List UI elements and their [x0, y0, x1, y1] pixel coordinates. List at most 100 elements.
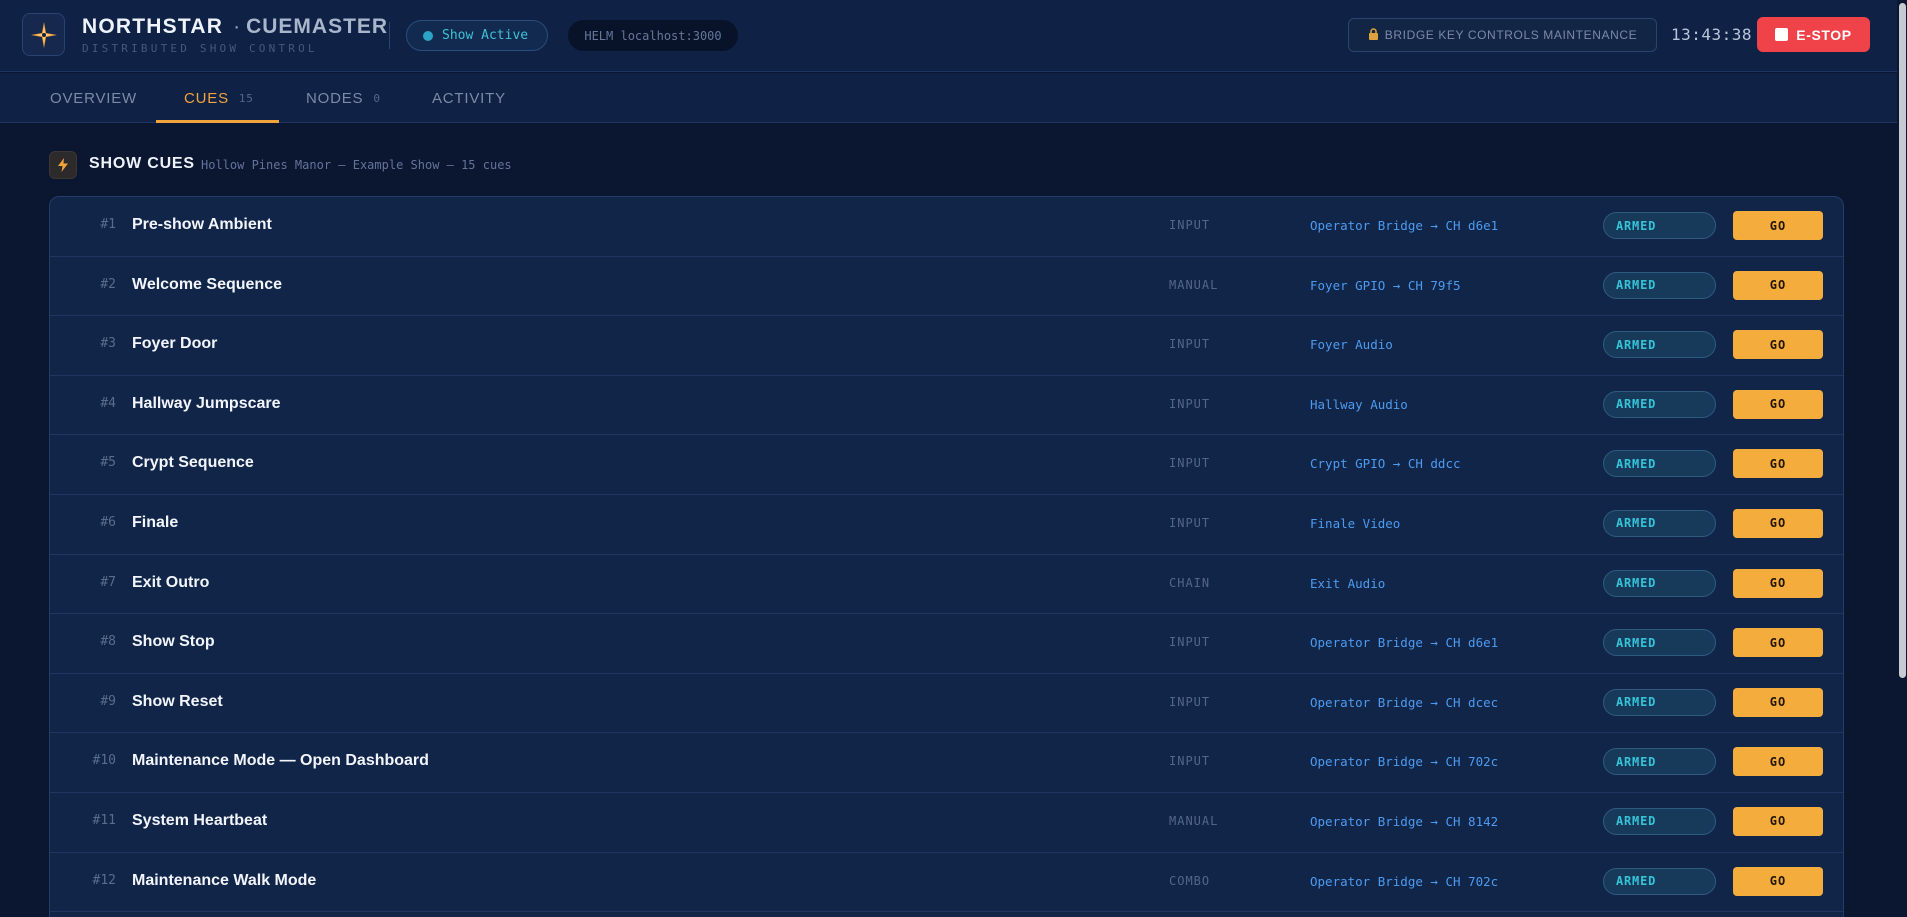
- tab-label: CUES: [184, 89, 229, 107]
- status-badge: ARMED: [1603, 748, 1716, 776]
- go-button[interactable]: GO: [1733, 211, 1823, 240]
- cue-name: Show Stop: [132, 633, 215, 651]
- status-badge: ARMED: [1603, 688, 1716, 716]
- cue-trigger: INPUT: [1169, 515, 1211, 530]
- cue-number: #9: [100, 693, 116, 709]
- cue-trigger: INPUT: [1169, 754, 1211, 769]
- go-button[interactable]: GO: [1733, 866, 1823, 896]
- app-header: NORTHSTAR · CUEMASTER DISTRIBUTED SHOW C…: [0, 0, 1897, 72]
- status-badge: ARMED: [1603, 271, 1716, 299]
- cue-target: Operator Bridge → CH dcec: [1310, 694, 1499, 710]
- cue-target: Finale Video: [1310, 515, 1401, 531]
- cue-row: #11 System Heartbeat MANUAL Operator Bri…: [50, 793, 1843, 853]
- lock-icon: [1368, 27, 1379, 43]
- cue-number: #5: [100, 455, 116, 471]
- go-button[interactable]: GO: [1733, 568, 1823, 598]
- cue-trigger: CHAIN: [1169, 575, 1211, 590]
- cue-number: #12: [92, 872, 116, 888]
- go-button[interactable]: GO: [1733, 806, 1823, 836]
- go-button[interactable]: GO: [1733, 270, 1823, 300]
- compass-star-icon: [22, 13, 65, 56]
- cue-row: #5 Crypt Sequence INPUT Crypt GPIO → CH …: [50, 435, 1843, 495]
- go-button[interactable]: GO: [1733, 747, 1823, 777]
- tab-count: 0: [373, 91, 381, 105]
- go-button[interactable]: GO: [1733, 687, 1823, 717]
- brand: NORTHSTAR · CUEMASTER DISTRIBUTED SHOW C…: [82, 15, 388, 55]
- cue-target: Operator Bridge → CH d6e1: [1310, 218, 1499, 233]
- show-status-label: Show Active: [442, 28, 529, 43]
- cue-row: #4 Hallway Jumpscare INPUT Hallway Audio…: [50, 376, 1843, 436]
- bolt-icon: [49, 151, 77, 179]
- status-badge: ARMED: [1603, 867, 1716, 895]
- cue-trigger: MANUAL: [1169, 277, 1219, 292]
- tab-count: 15: [238, 91, 254, 105]
- page-scrollbar-thumb[interactable]: [1899, 3, 1906, 678]
- cue-target: Crypt GPIO → CH ddcc: [1310, 456, 1461, 472]
- tab-activity[interactable]: ACTIVITY: [432, 73, 506, 123]
- cue-name: Show Reset: [132, 692, 223, 710]
- cue-row: #3 Foyer Door INPUT Foyer Audio ARMED GO: [50, 316, 1843, 376]
- cue-trigger: COMBO: [1169, 873, 1211, 888]
- go-button[interactable]: GO: [1733, 449, 1823, 479]
- cue-row: #7 Exit Outro CHAIN Exit Audio ARMED GO: [50, 555, 1843, 615]
- cue-name: Finale: [132, 513, 179, 531]
- show-status-pill: Show Active: [406, 20, 548, 51]
- cue-row: #2 Welcome Sequence MANUAL Foyer GPIO → …: [50, 257, 1843, 317]
- active-tab-indicator: [156, 120, 279, 123]
- status-badge: ARMED: [1603, 807, 1716, 835]
- status-badge: ARMED: [1603, 629, 1716, 657]
- cue-list: #1 Pre-show Ambient INPUT Operator Bridg…: [49, 196, 1844, 917]
- cue-number: #11: [92, 812, 116, 828]
- cue-trigger: INPUT: [1169, 456, 1211, 471]
- cue-target: Hallway Audio: [1310, 396, 1408, 412]
- cue-trigger: MANUAL: [1169, 813, 1219, 828]
- stop-square-icon: [1775, 28, 1789, 41]
- cue-row: #9 Show Reset INPUT Operator Bridge → CH…: [50, 674, 1843, 734]
- cue-number: #7: [100, 574, 116, 590]
- tab-cues[interactable]: CUES 15: [184, 73, 254, 123]
- cue-number: #1: [100, 217, 116, 232]
- go-button[interactable]: GO: [1733, 389, 1823, 419]
- cue-number: #4: [100, 395, 116, 411]
- cue-trigger: INPUT: [1169, 635, 1211, 650]
- cue-target: Operator Bridge → CH d6e1: [1310, 635, 1499, 651]
- tab-overview[interactable]: OVERVIEW: [50, 73, 137, 123]
- cue-row: #10 Maintenance Mode — Open Dashboard IN…: [50, 733, 1843, 793]
- cue-name: Maintenance Mode — Open Dashboard: [132, 752, 429, 770]
- cue-trigger: INPUT: [1169, 396, 1211, 411]
- brand-name: NORTHSTAR: [82, 15, 224, 38]
- cue-target: Operator Bridge → CH 702c: [1310, 754, 1499, 770]
- cue-trigger: INPUT: [1169, 218, 1211, 232]
- cue-number: #3: [100, 336, 116, 352]
- tab-label: NODES: [306, 89, 364, 107]
- cue-row: #6 Finale INPUT Finale Video ARMED GO: [50, 495, 1843, 555]
- cue-number: #10: [92, 753, 116, 769]
- cue-row: #8 Show Stop INPUT Operator Bridge → CH …: [50, 614, 1843, 674]
- tab-nodes[interactable]: NODES 0: [306, 73, 381, 123]
- product-name: CUEMASTER: [246, 15, 389, 38]
- clock: 13:43:38: [1671, 25, 1753, 44]
- cue-row: #12 Maintenance Walk Mode COMBO Operator…: [50, 853, 1843, 913]
- status-dot-icon: [423, 30, 433, 41]
- cue-target: Foyer GPIO → CH 79f5: [1310, 277, 1461, 293]
- cue-trigger: INPUT: [1169, 337, 1211, 352]
- status-badge: ARMED: [1603, 450, 1716, 478]
- cue-target: Operator Bridge → CH 8142: [1310, 813, 1499, 829]
- cue-number: #2: [100, 276, 116, 292]
- cue-target: Foyer Audio: [1310, 337, 1393, 353]
- tab-bar: OVERVIEW CUES 15 NODES 0 ACTIVITY: [0, 73, 1897, 123]
- estop-button[interactable]: E-STOP: [1757, 17, 1870, 52]
- cue-name: Crypt Sequence: [132, 454, 254, 472]
- maintenance-button-label: BRIDGE KEY CONTROLS MAINTENANCE: [1384, 28, 1638, 42]
- go-button[interactable]: GO: [1733, 330, 1823, 360]
- cue-target: Operator Bridge → CH 702c: [1310, 873, 1499, 889]
- cue-trigger: INPUT: [1169, 694, 1211, 709]
- maintenance-button[interactable]: BRIDGE KEY CONTROLS MAINTENANCE: [1348, 18, 1657, 52]
- cue-row: #1 Pre-show Ambient INPUT Operator Bridg…: [50, 197, 1843, 257]
- go-button[interactable]: GO: [1733, 508, 1823, 538]
- header-divider: [389, 22, 390, 49]
- brand-subtitle: DISTRIBUTED SHOW CONTROL: [82, 42, 318, 55]
- go-button[interactable]: GO: [1733, 628, 1823, 658]
- estop-label: E-STOP: [1796, 26, 1852, 43]
- tab-label: ACTIVITY: [432, 89, 506, 107]
